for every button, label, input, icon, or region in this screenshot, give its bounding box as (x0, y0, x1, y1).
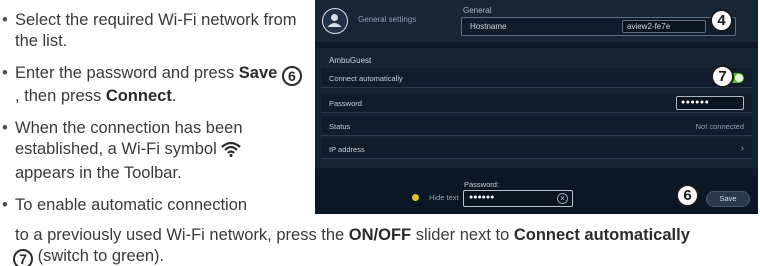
bullet-text: , then press (15, 87, 106, 105)
instruction-enter-password: Enter the password and press Save 6 , the… (2, 63, 302, 107)
hide-text-radio[interactable] (412, 194, 419, 201)
hostname-label: Hostname (470, 22, 507, 31)
hostname-row: Hostname aview2-fe7e (461, 17, 736, 36)
password-row: Password ●●●●●● (321, 93, 752, 113)
instruction-connection-established: When the connection has been established… (2, 118, 302, 184)
password-field[interactable]: ●●●●●● (676, 96, 744, 110)
hostname-field[interactable]: aview2-fe7e (622, 20, 706, 33)
connect-automatically-row: Connect automatically (321, 68, 752, 88)
wifi-network-panel: AmbuGuest Connect automatically 7 Passwo… (315, 48, 758, 168)
connect-keyword: Connect (105, 87, 172, 105)
instruction-auto-connect: To enable automatic connection (2, 195, 302, 216)
instruction-auto-connect-end: 7 (switch to green). (13, 246, 164, 266)
callout-7: 7 (711, 65, 734, 88)
bullet-text: Enter the password and press (15, 64, 239, 82)
callout-4: 4 (710, 9, 733, 32)
ip-address-label: IP address (329, 145, 365, 154)
password-entry-input[interactable]: ●●●●●● × (463, 190, 573, 207)
instruction-select-network: Select the required Wi-Fi network from t… (2, 10, 302, 52)
network-name: AmbuGuest (329, 56, 372, 65)
bullet-text: Select the required Wi-Fi network from t… (15, 11, 297, 50)
bullet-text: to a previously used Wi-Fi network, pres… (15, 226, 349, 244)
instruction-auto-connect-continued: to a previously used Wi-Fi network, pres… (15, 225, 690, 246)
password-entry-value: ●●●●●● (469, 194, 495, 201)
profile-icon[interactable] (322, 8, 348, 34)
chevron-right-icon: › (740, 143, 744, 154)
callout-6: 6 (676, 184, 699, 207)
bullet-text: appears in the Toolbar. (15, 164, 182, 182)
status-value: Not connected (695, 122, 744, 131)
bullet-text: To enable automatic connection (15, 196, 248, 214)
onoff-keyword: ON/OFF (348, 226, 412, 244)
bullet-text: . (171, 87, 177, 105)
callout-6-marker: 6 (281, 66, 302, 86)
ip-address-row[interactable]: IP address › (321, 139, 752, 159)
settings-header: General settings General Hostname aview2… (315, 0, 758, 42)
callout-7-marker: 7 (13, 249, 33, 266)
toggle-knob (735, 74, 743, 82)
hide-text-label[interactable]: Hide text (429, 193, 459, 202)
bullet-text: (switch to green). (33, 247, 165, 265)
connect-automatically-keyword: Connect automatically (513, 226, 690, 244)
status-row: Status Not connected (321, 116, 752, 136)
bullet-text: slider next to (411, 226, 514, 244)
section-title: General (463, 6, 492, 15)
connect-automatically-label: Connect automatically (329, 74, 403, 83)
password-entry-bar: Hide text Password: ●●●●●● × 6 Save (315, 176, 758, 214)
status-label: Status (329, 122, 351, 131)
password-label: Password (329, 99, 362, 108)
password-entry-label: Password: (464, 180, 500, 189)
bullet-text: When the connection has been established… (15, 119, 243, 158)
wifi-icon (221, 141, 242, 163)
save-keyword: Save (238, 64, 278, 82)
nav-general-settings[interactable]: General settings (358, 15, 416, 24)
device-screenshot: General settings General Hostname aview2… (315, 0, 758, 214)
clear-icon[interactable]: × (557, 193, 568, 204)
save-button[interactable]: Save (706, 191, 750, 207)
instruction-list: Select the required Wi-Fi network from t… (2, 0, 302, 217)
